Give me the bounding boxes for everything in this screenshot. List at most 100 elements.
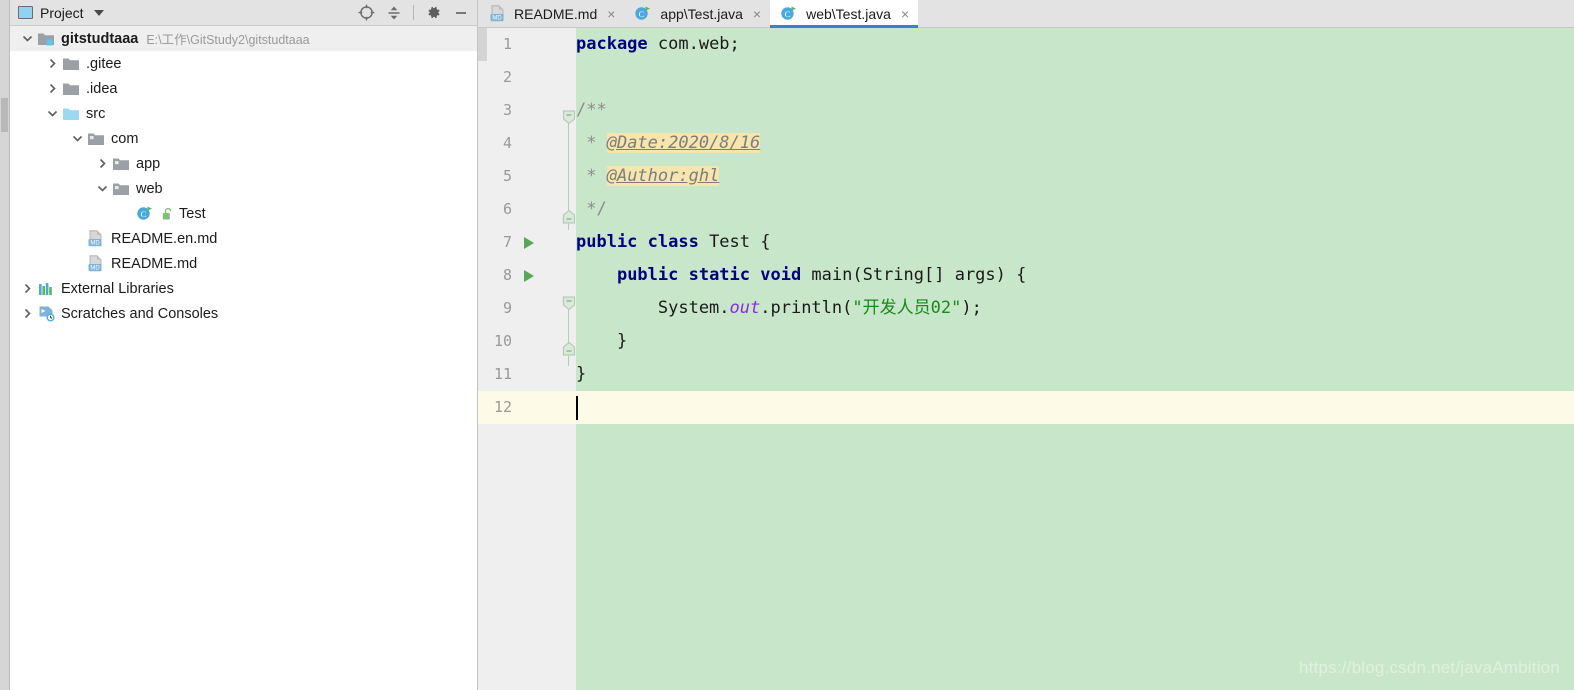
minimize-icon[interactable] [449,2,473,24]
gutter-line[interactable]: 7 [478,226,562,259]
line-number: 7 [502,233,512,251]
code-token: * [576,166,607,186]
code-line: System.out.println("开发人员02"); [562,292,1574,325]
gutter-line[interactable]: 9 [478,292,562,325]
unlock-icon [161,204,175,224]
chevron-down-icon[interactable] [43,101,61,126]
gutter-line[interactable]: 10 [478,325,562,358]
editor-gutter[interactable]: 1 2 3 4 5 6 7 8 9 10 11 12 [478,28,562,690]
toolbar-divider [413,5,414,20]
project-folder-icon [36,29,56,49]
code-line [562,391,1574,424]
gutter-line[interactable]: 6 [478,193,562,226]
chevron-right-icon[interactable] [43,76,61,101]
line-number: 5 [502,167,512,185]
editor-tab-label: web\Test.java [806,5,891,22]
editor-tab-web-test-java[interactable]: Cweb\Test.java × [770,0,919,28]
package-icon [86,129,106,149]
svg-text:MD: MD [492,16,502,22]
gutter-line[interactable]: 5 [478,160,562,193]
editor-tab-readme-md[interactable]: MD README.md × [478,0,624,27]
tree-node-gitee[interactable]: .gitee [10,51,477,76]
chevron-right-icon[interactable] [18,276,36,301]
code-text-area[interactable]: package com.web; /** * @Date:2020/8/16 * … [562,28,1574,690]
tree-node-readme-md[interactable]: MD README.md [10,251,477,276]
code-line: */ [562,193,1574,226]
chevron-right-icon[interactable] [18,301,36,326]
line-number: 3 [502,101,512,119]
tree-node-scratches-and-consoles[interactable]: Scratches and Consoles [10,301,477,326]
folder-icon [61,54,81,74]
folder-icon [61,79,81,99]
tool-strip-block [1,98,8,132]
tree-node-label: External Libraries [61,280,174,297]
code-line: public static void main(String[] args) { [562,259,1574,292]
markdown-file-icon: MD [86,229,106,249]
tree-node-web[interactable]: web [10,176,477,201]
code-token: */ [576,199,607,219]
java-class-icon: C [780,4,800,24]
editor-tab-label: README.md [514,5,598,22]
tree-node-com[interactable]: com [10,126,477,151]
tree-node-idea[interactable]: .idea [10,76,477,101]
editor-tab-app-test-java[interactable]: Capp\Test.java × [624,0,770,27]
project-window-icon [18,6,33,19]
line-number: 2 [502,68,512,86]
code-token: } [576,364,587,384]
run-gutter-icon[interactable] [524,237,534,249]
tree-node-gitstudtaaa[interactable]: gitstudtaaa E:\工作\GitStudy2\gitstudtaaa [10,26,477,51]
chevron-down-icon[interactable] [68,126,86,151]
package-icon [111,154,131,174]
code-line: } [562,358,1574,391]
chevron-right-icon[interactable] [93,151,111,176]
svg-text:MD: MD [90,241,100,247]
gutter-line[interactable]: 4 [478,127,562,160]
editor-tab-label: app\Test.java [660,5,743,22]
close-icon[interactable]: × [901,7,909,21]
tree-node-label: Scratches and Consoles [61,305,219,322]
code-line: * @Date:2020/8/16 [562,127,1574,160]
gutter-line[interactable]: 1 [478,28,562,61]
code-token: com.web; [647,34,740,54]
project-panel-title-group[interactable]: Project [18,5,104,21]
run-gutter-icon[interactable] [524,270,534,282]
code-token: "开发人员02" [852,298,962,318]
chevron-down-icon[interactable] [93,176,111,201]
tree-node-readme-en-md[interactable]: MD README.en.md [10,226,477,251]
line-number: 6 [502,200,512,218]
tree-node-src[interactable]: src [10,101,477,126]
tree-node-test[interactable]: C Test [10,201,477,226]
gear-icon[interactable] [421,2,445,24]
locate-target-icon[interactable] [354,2,378,24]
project-tool-window: Project gitstudtaaa E:\工作\GitStudy2\gits… [10,0,478,690]
external-libraries-icon [36,279,56,299]
svg-text:C: C [141,209,147,219]
gutter-line[interactable]: 11 [478,358,562,391]
gutter-line[interactable]: 12 [478,391,562,424]
tree-node-label: .idea [86,80,118,97]
gutter-line[interactable]: 3 [478,94,562,127]
gutter-line[interactable]: 8 [478,259,562,292]
gutter-line[interactable]: 2 [478,61,562,94]
tree-node-external-libraries[interactable]: External Libraries [10,276,477,301]
close-icon[interactable]: × [753,7,761,21]
chevron-down-icon[interactable] [18,26,36,51]
close-icon[interactable]: × [607,7,615,21]
code-token: public class [576,232,699,252]
editor-body: 1 2 3 4 5 6 7 8 9 10 11 12 package com.w… [478,28,1574,690]
code-token: package [576,34,648,54]
code-token: } [576,331,628,351]
project-panel-toolbar [354,2,473,24]
java-class-icon: C [136,204,156,224]
project-tree[interactable]: gitstudtaaa E:\工作\GitStudy2\gitstudtaaa .g… [10,26,477,690]
chevron-right-icon[interactable] [43,51,61,76]
line-number: 12 [493,398,512,416]
tree-node-app[interactable]: app [10,151,477,176]
collapse-all-icon[interactable] [382,2,406,24]
chevron-down-icon[interactable] [93,9,104,16]
scratches-icon [36,304,56,324]
project-panel-title: Project [40,4,84,21]
markdown-file-icon: MD [86,254,106,274]
